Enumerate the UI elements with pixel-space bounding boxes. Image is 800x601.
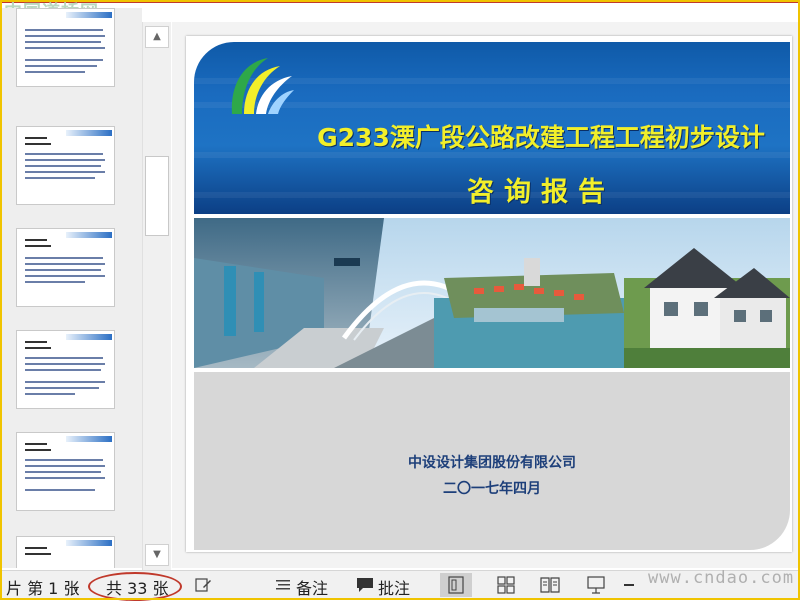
page-frame (0, 0, 800, 600)
